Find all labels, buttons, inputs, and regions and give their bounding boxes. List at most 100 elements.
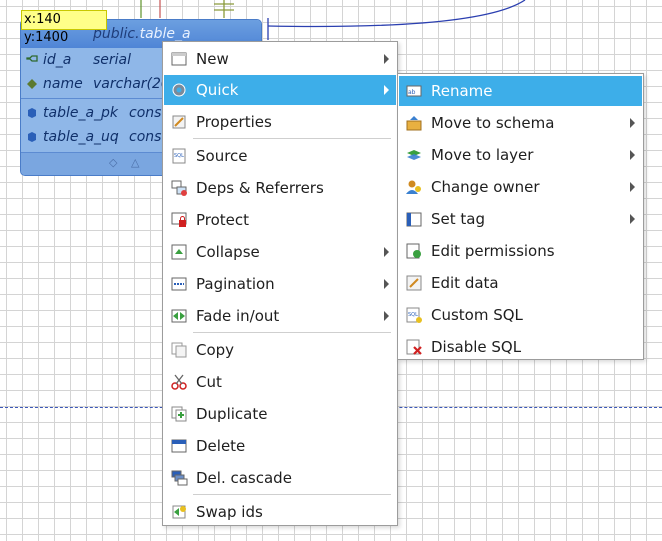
quick-submenu: ab Rename Move to schema Move to layer C… [397, 73, 644, 360]
menu-item-label: Change owner [431, 178, 540, 196]
move-schema-icon [404, 113, 424, 133]
copy-icon [169, 340, 189, 360]
swap-ids-icon [169, 502, 189, 522]
pencil-icon [169, 112, 189, 132]
menu-item-label: Source [196, 147, 248, 165]
menu-item-duplicate[interactable]: Duplicate [164, 399, 396, 429]
submenu-arrow-icon [384, 85, 389, 95]
menu-item-label: Protect [196, 211, 250, 229]
svg-text:SQL: SQL [408, 312, 418, 318]
gear-icon [169, 80, 189, 100]
constraint-icon [28, 108, 36, 118]
submenu-arrow-icon [630, 182, 635, 192]
menu-item-label: Fade in/out [196, 307, 280, 325]
column-type: varchar(20 [93, 76, 170, 92]
column-diamond-icon [27, 79, 37, 89]
menu-item-label: Delete [196, 437, 246, 455]
menu-item-label: Edit data [431, 274, 499, 292]
menu-item-label: Properties [196, 113, 272, 131]
submenu-arrow-icon [384, 311, 389, 321]
menu-item-label: Move to schema [431, 114, 555, 132]
delete-cascade-icon [169, 468, 189, 488]
rename-icon: ab [404, 81, 424, 101]
collapse-icon [169, 242, 189, 262]
delete-icon [169, 436, 189, 456]
menu-item-label: Copy [196, 341, 235, 359]
footer-triangle-icon[interactable]: △ [131, 156, 139, 169]
custom-sql-icon: SQL [404, 305, 424, 325]
menu-item-label: Disable SQL [431, 338, 522, 356]
lock-icon [169, 210, 189, 230]
layers-icon [404, 145, 424, 165]
menu-item-collapse[interactable]: Collapse [164, 237, 396, 267]
menu-item-label: Move to layer [431, 146, 534, 164]
owner-icon [404, 177, 424, 197]
column-name: id_a [43, 52, 72, 68]
menu-item-label: Duplicate [196, 405, 268, 423]
menu-item-disable-sql[interactable]: Disable SQL [399, 332, 642, 362]
constraint-name: table_a_uq [43, 129, 119, 145]
menu-item-del-cascade[interactable]: Del. cascade [164, 463, 396, 493]
pagination-icon [169, 274, 189, 294]
menu-item-label: Cut [196, 373, 222, 391]
menu-separator [193, 332, 391, 333]
svg-text:SQL: SQL [174, 153, 184, 159]
menu-item-copy[interactable]: Copy [164, 335, 396, 365]
cursor-coordinates: x:140 y:1400 [21, 10, 107, 45]
menu-item-label: Set tag [431, 210, 485, 228]
submenu-arrow-icon [630, 150, 635, 160]
menu-item-label: New [196, 50, 229, 68]
primary-key-icon [26, 55, 38, 62]
menu-item-label: Deps & Referrers [196, 179, 324, 197]
sql-source-icon: SQL [169, 146, 189, 166]
menu-item-move-to-layer[interactable]: Move to layer [399, 140, 642, 170]
submenu-arrow-icon [384, 247, 389, 257]
duplicate-icon [169, 404, 189, 424]
menu-item-edit-data[interactable]: Edit data [399, 268, 642, 298]
constraint-type: cons [129, 129, 162, 145]
menu-item-label: Rename [431, 82, 493, 100]
menu-item-label: Edit permissions [431, 242, 555, 260]
menu-item-source[interactable]: SQL Source [164, 141, 396, 171]
menu-item-set-tag[interactable]: Set tag [399, 204, 642, 234]
submenu-arrow-icon [384, 279, 389, 289]
constraint-icon [28, 132, 36, 142]
dependencies-icon [169, 178, 189, 198]
menu-item-label: Swap ids [196, 503, 263, 521]
menu-item-delete[interactable]: Delete [164, 431, 396, 461]
scissors-icon [169, 372, 189, 392]
table-name: table_a [139, 26, 191, 42]
menu-item-cut[interactable]: Cut [164, 367, 396, 397]
svg-text:ab: ab [408, 89, 416, 96]
menu-item-new[interactable]: New [164, 44, 396, 74]
menu-item-edit-permissions[interactable]: Edit permissions [399, 236, 642, 266]
constraint-type: cons [129, 105, 162, 121]
menu-item-fade[interactable]: Fade in/out [164, 301, 396, 331]
column-name: name [43, 76, 83, 92]
submenu-arrow-icon [384, 54, 389, 64]
menu-item-properties[interactable]: Properties [164, 107, 396, 137]
menu-item-label: Quick [196, 81, 239, 99]
edit-data-icon [404, 273, 424, 293]
context-menu: New Quick Properties SQL Source Deps & R… [162, 41, 398, 526]
menu-item-move-to-schema[interactable]: Move to schema [399, 108, 642, 138]
menu-item-label: Pagination [196, 275, 275, 293]
footer-diamond-icon[interactable]: ◇ [109, 156, 117, 169]
menu-item-rename[interactable]: ab Rename [399, 76, 642, 106]
new-icon [169, 49, 189, 69]
submenu-arrow-icon [630, 118, 635, 128]
menu-item-pagination[interactable]: Pagination [164, 269, 396, 299]
menu-item-swap-ids[interactable]: Swap ids [164, 497, 396, 527]
fade-icon [169, 306, 189, 326]
menu-separator [193, 138, 391, 139]
submenu-arrow-icon [630, 214, 635, 224]
menu-item-label: Collapse [196, 243, 260, 261]
constraint-name: table_a_pk [43, 105, 119, 121]
menu-item-protect[interactable]: Protect [164, 205, 396, 235]
disable-sql-icon [404, 337, 424, 357]
menu-item-deps-referrers[interactable]: Deps & Referrers [164, 173, 396, 203]
menu-item-quick[interactable]: Quick [164, 75, 396, 105]
menu-item-custom-sql[interactable]: SQL Custom SQL [399, 300, 642, 330]
menu-separator [193, 494, 391, 495]
menu-item-change-owner[interactable]: Change owner [399, 172, 642, 202]
